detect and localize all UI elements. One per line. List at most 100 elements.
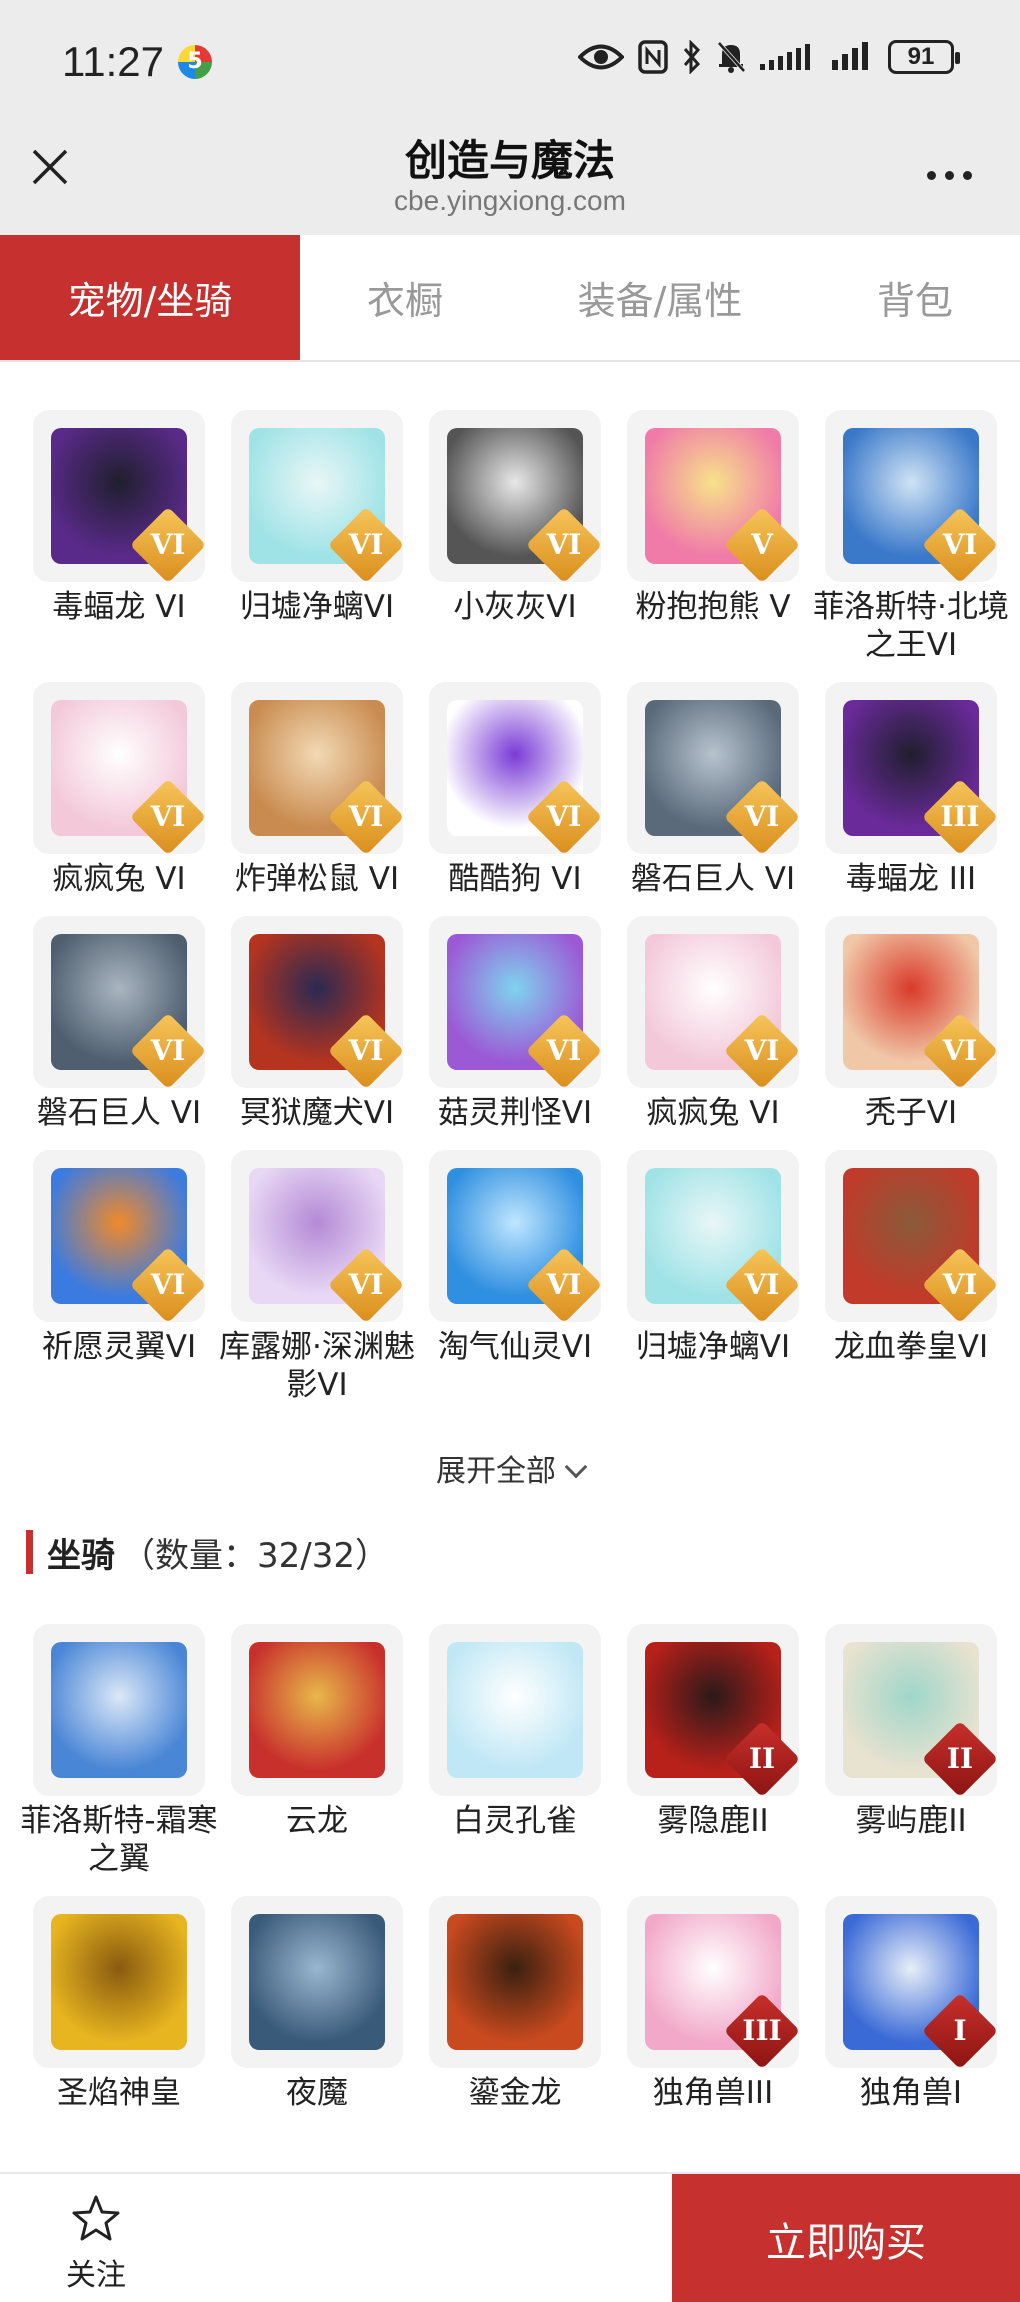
- mount-item[interactable]: I 独角兽I: [812, 1896, 1010, 2112]
- signal-icon-2: [832, 42, 868, 70]
- tab-wardrobe[interactable]: 衣橱: [300, 235, 510, 360]
- pet-item[interactable]: VI 秃子VI: [812, 916, 1010, 1132]
- rank-badge: VI: [327, 778, 403, 854]
- follow-button[interactable]: 关注: [56, 2194, 136, 2294]
- app-notification-badge: 5: [178, 45, 212, 79]
- mount-item[interactable]: 云龙: [218, 1624, 416, 1878]
- mount-name: 菲洛斯特-霜寒之翼: [20, 1803, 218, 1877]
- pet-item[interactable]: VI 炸弹松鼠 VI: [218, 682, 416, 898]
- mount-item[interactable]: 鎏金龙: [416, 1896, 614, 2112]
- mount-item[interactable]: III 独角兽III: [614, 1896, 812, 2112]
- mount-name: 夜魔: [286, 2075, 348, 2111]
- mount-thumbnail: III: [627, 1896, 799, 2068]
- rank-badge: III: [723, 1992, 799, 2068]
- pet-name: 库露娜·深渊魅影VI: [219, 1329, 415, 1403]
- pet-item[interactable]: VI 归墟净螭VI: [218, 410, 416, 664]
- mount-artwork: [51, 1642, 187, 1778]
- more-dot-icon: [927, 171, 936, 180]
- pet-item[interactable]: VI 毒蝠龙 VI: [20, 410, 218, 664]
- rank-label: VI: [546, 1268, 582, 1301]
- section-accent-bar: [26, 1530, 33, 1574]
- rank-badge: VI: [327, 506, 403, 582]
- rank-label: II: [748, 1742, 776, 1775]
- rank-badge: II: [723, 1720, 799, 1796]
- pet-thumbnail: VI: [825, 916, 997, 1088]
- rank-label: VI: [546, 528, 582, 561]
- pet-item[interactable]: VI 小灰灰VI: [416, 410, 614, 664]
- pet-thumbnail: VI: [33, 682, 205, 854]
- pet-thumbnail: VI: [429, 916, 601, 1088]
- pet-name: 归墟净螭VI: [635, 1329, 791, 1365]
- mounts-section-count: （数量：32/32）: [121, 1535, 389, 1576]
- rank-label: III: [940, 800, 980, 833]
- pet-item[interactable]: VI 祈愿灵翼VI: [20, 1150, 218, 1404]
- pet-item[interactable]: VI 淘气仙灵VI: [416, 1150, 614, 1404]
- pet-item[interactable]: III 毒蝠龙 III: [812, 682, 1010, 898]
- pet-item[interactable]: VI 库露娜·深渊魅影VI: [218, 1150, 416, 1404]
- pet-name: 酷酷狗 VI: [448, 861, 582, 897]
- pet-thumbnail: III: [825, 682, 997, 854]
- tab-equipment-attributes[interactable]: 装备/属性: [510, 235, 810, 360]
- pet-item[interactable]: VI 酷酷狗 VI: [416, 682, 614, 898]
- pet-item[interactable]: VI 龙血拳皇VI: [812, 1150, 1010, 1404]
- pet-thumbnail: VI: [231, 916, 403, 1088]
- rank-badge: V: [723, 506, 799, 582]
- pet-thumbnail: VI: [627, 916, 799, 1088]
- pet-item[interactable]: V 粉抱抱熊 V: [614, 410, 812, 664]
- rank-label: VI: [744, 800, 780, 833]
- rank-badge: VI: [723, 778, 799, 854]
- mount-item[interactable]: 白灵孔雀: [416, 1624, 614, 1878]
- rank-badge: VI: [921, 1246, 997, 1322]
- tab-backpack[interactable]: 背包: [810, 235, 1020, 360]
- page-url: cbe.yingxiong.com: [394, 185, 626, 216]
- rank-badge: VI: [525, 1012, 601, 1088]
- bluetooth-icon: [683, 40, 701, 74]
- pet-name: 粉抱抱熊 V: [635, 589, 791, 625]
- expand-all-button[interactable]: 展开全部: [0, 1446, 1020, 1490]
- pet-thumbnail: VI: [429, 410, 601, 582]
- signal-icon-1: [760, 44, 810, 70]
- mount-name: 鎏金龙: [468, 2075, 562, 2111]
- pet-name: 归墟净螭VI: [239, 589, 395, 625]
- mount-thumbnail: [429, 1896, 601, 2068]
- mount-item[interactable]: 圣焰神皇: [20, 1896, 218, 2112]
- pet-name: 疯疯兔 VI: [646, 1095, 780, 1131]
- pet-name: 炸弹松鼠 VI: [234, 861, 400, 897]
- more-dot-icon: [945, 171, 954, 180]
- pet-item[interactable]: VI 磐石巨人 VI: [614, 682, 812, 898]
- mount-item[interactable]: 菲洛斯特-霜寒之翼: [20, 1624, 218, 1878]
- pet-thumbnail: VI: [231, 682, 403, 854]
- mount-artwork: [249, 1642, 385, 1778]
- buy-now-button[interactable]: 立即购买: [672, 2174, 1020, 2302]
- mount-thumbnail: [33, 1624, 205, 1796]
- bottom-action-bar: 关注 立即购买: [0, 2172, 1020, 2302]
- mount-item[interactable]: 夜魔: [218, 1896, 416, 2112]
- pet-item[interactable]: VI 磐石巨人 VI: [20, 916, 218, 1132]
- rank-label: VI: [942, 528, 978, 561]
- pet-item[interactable]: VI 疯疯兔 VI: [20, 682, 218, 898]
- rank-badge: VI: [525, 778, 601, 854]
- rank-badge: VI: [129, 1246, 205, 1322]
- rank-label: VI: [546, 1034, 582, 1067]
- more-dot-icon: [963, 171, 972, 180]
- pet-item[interactable]: VI 菲洛斯特·北境之王VI: [812, 410, 1010, 664]
- status-bar: 11:27 5 91: [0, 0, 1020, 125]
- pet-thumbnail: V: [627, 410, 799, 582]
- pet-item[interactable]: VI 疯疯兔 VI: [614, 916, 812, 1132]
- mute-bell-icon: [717, 41, 746, 73]
- pet-item[interactable]: VI 归墟净螭VI: [614, 1150, 812, 1404]
- pets-grid: VI 毒蝠龙 VI VI 归墟净螭VI VI 小灰灰VI V 粉抱抱熊 V VI 菲洛斯特·北境之…: [20, 410, 1010, 1404]
- pet-item[interactable]: VI 冥狱魔犬VI: [218, 916, 416, 1132]
- more-menu-button[interactable]: [927, 171, 972, 180]
- pet-item[interactable]: VI 菇灵荆怪VI: [416, 916, 614, 1132]
- pet-name: 毒蝠龙 VI: [52, 589, 186, 625]
- rank-label: VI: [744, 1268, 780, 1301]
- rank-badge: III: [921, 778, 997, 854]
- tab-pets-mounts[interactable]: 宠物/坐骑: [0, 235, 300, 360]
- mount-item[interactable]: II 雾隐鹿II: [614, 1624, 812, 1878]
- mount-name: 白灵孔雀: [453, 1803, 577, 1839]
- mount-item[interactable]: II 雾屿鹿II: [812, 1624, 1010, 1878]
- pet-thumbnail: VI: [33, 916, 205, 1088]
- mount-thumbnail: [231, 1896, 403, 2068]
- rank-badge: VI: [921, 506, 997, 582]
